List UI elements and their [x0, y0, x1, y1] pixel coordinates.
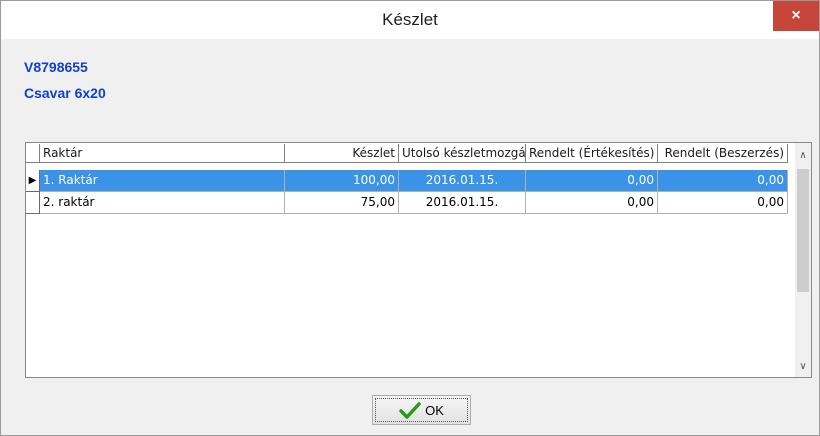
cell-rendelt-besz: 0,00: [658, 170, 788, 192]
cell-raktar: 1. Raktár: [40, 170, 285, 192]
column-header-rendelt-besz[interactable]: Rendelt (Beszerzés): [658, 144, 788, 163]
scroll-down-icon[interactable]: ∨: [795, 358, 811, 375]
header-indicator-cell: [26, 144, 40, 163]
cell-raktar: 2. raktár: [40, 192, 285, 214]
cell-rendelt-besz: 0,00: [658, 192, 788, 214]
column-header-rendelt-ert[interactable]: Rendelt (Értékesítés): [526, 144, 658, 163]
table-row[interactable]: 2. raktár 75,00 2016.01.15. 0,00 0,00: [26, 192, 796, 214]
column-header-raktar[interactable]: Raktár: [40, 144, 285, 163]
cell-keszlet: 100,00: [285, 170, 399, 192]
column-header-utolso[interactable]: Utolsó készletmozgás: [399, 144, 526, 163]
cell-rendelt-ert: 0,00: [526, 170, 658, 192]
close-icon: ×: [791, 7, 801, 24]
column-header-keszlet[interactable]: Készlet: [285, 144, 399, 163]
title-bar: Készlet ×: [1, 1, 819, 39]
grid-header: Raktár Készlet Utolsó készletmozgás Rend…: [26, 144, 796, 165]
stock-grid[interactable]: Raktár Készlet Utolsó készletmozgás Rend…: [25, 142, 812, 378]
item-name: Csavar 6x20: [24, 85, 106, 101]
cell-utolso: 2016.01.15.: [399, 170, 526, 192]
cell-keszlet: 75,00: [285, 192, 399, 214]
scroll-thumb[interactable]: [797, 169, 809, 292]
vertical-scrollbar[interactable]: ∧ ∨: [795, 143, 811, 377]
window-title: Készlet: [382, 10, 438, 29]
cell-utolso: 2016.01.15.: [399, 192, 526, 214]
table-row[interactable]: ▶ 1. Raktár 100,00 2016.01.15. 0,00 0,00: [26, 170, 796, 192]
checkmark-icon: [399, 402, 421, 419]
scroll-up-icon[interactable]: ∧: [795, 147, 811, 164]
item-code: V8798655: [24, 59, 88, 75]
row-indicator-cell: [26, 192, 40, 214]
cell-rendelt-ert: 0,00: [526, 192, 658, 214]
row-indicator-icon: ▶: [26, 170, 40, 192]
ok-button-label: OK: [425, 402, 444, 418]
ok-button[interactable]: OK: [372, 395, 471, 425]
stock-dialog: Készlet × V8798655 Csavar 6x20 Raktár Ké…: [0, 0, 820, 436]
close-button[interactable]: ×: [773, 1, 819, 31]
